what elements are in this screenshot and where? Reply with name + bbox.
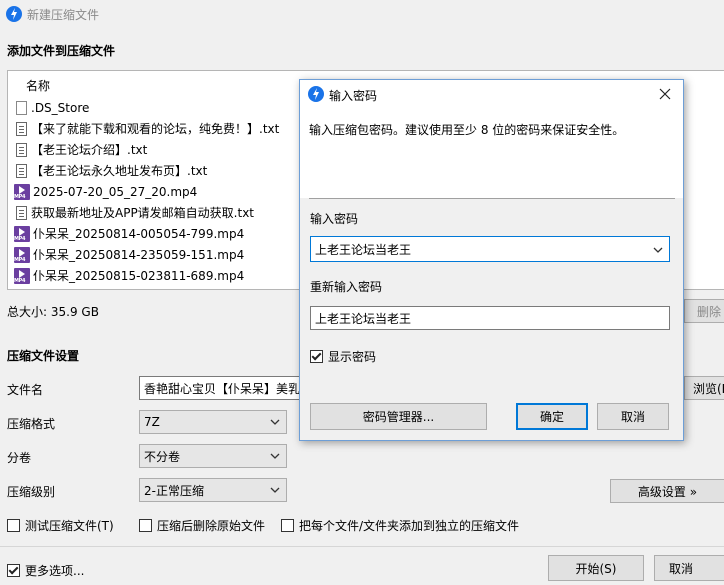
level-label: 压缩级别: [7, 485, 56, 499]
advanced-settings-label: 高级设置 »: [637, 484, 698, 499]
dialog-close-button[interactable]: [654, 84, 676, 104]
reenter-password-input[interactable]: 上老王论坛当老王: [310, 306, 670, 330]
dialog-cancel-label: 取消: [620, 410, 645, 424]
file-name: 仆呆呆_20250814-005054-799.mp4: [33, 227, 245, 241]
file-list-item[interactable]: 获取最新地址及APP请发邮箱自动获取.txt: [14, 202, 254, 223]
file-list-item[interactable]: 仆呆呆_20250814-235059-151.mp4: [14, 244, 244, 265]
app-logo-icon: [6, 6, 22, 22]
text-file-icon: [16, 121, 27, 136]
format-select[interactable]: 7Z: [139, 410, 287, 434]
file-list-item[interactable]: .DS_Store: [14, 97, 89, 118]
file-name: .DS_Store: [31, 100, 90, 115]
password-value: 上老王论坛当老王: [315, 242, 412, 257]
reenter-password-value: 上老王论坛当老王: [315, 311, 412, 326]
main-cancel-button[interactable]: 取消: [654, 555, 724, 581]
test-archive-label: 测试压缩文件(T): [25, 519, 114, 533]
delete-after-checkbox[interactable]: [139, 519, 152, 532]
delete-button[interactable]: 删除: [684, 299, 724, 323]
file-list-item[interactable]: 【来了就能下载和观看的论坛，纯免费！】.txt: [14, 118, 279, 139]
delete-after-label: 压缩后删除原始文件: [157, 519, 266, 533]
app-logo-icon: [308, 86, 324, 102]
text-file-icon: [16, 142, 27, 157]
file-name: 仆呆呆_20250814-235059-151.mp4: [33, 248, 245, 262]
browse-button[interactable]: 浏览(B): [684, 376, 724, 400]
chevron-down-icon[interactable]: [652, 244, 664, 256]
start-button-label: 开始(S): [575, 561, 617, 576]
password-manager-label: 密码管理器...: [362, 410, 435, 424]
files-section-heading: 添加文件到压缩文件: [7, 44, 116, 58]
file-name: 【老王论坛介绍】.txt: [31, 143, 148, 157]
filename-label: 文件名: [7, 383, 44, 397]
chevron-down-icon: [270, 453, 280, 459]
password-dialog: 输入密码 输入压缩包密码。建议使用至少 8 位的密码来保证安全性。 输入密码 上…: [299, 79, 684, 441]
level-select[interactable]: 2-正常压缩: [139, 478, 287, 502]
file-name: 2025-07-20_05_27_20.mp4: [33, 184, 198, 199]
filename-input[interactable]: 香艳甜心宝贝【仆呆呆】美乳: [139, 376, 309, 400]
split-select[interactable]: 不分卷: [139, 444, 287, 468]
total-size-text: 总大小: 35.9 GB: [7, 305, 99, 319]
format-label: 压缩格式: [7, 417, 56, 431]
text-file-icon: [16, 205, 27, 220]
mp4-file-icon: [14, 267, 30, 284]
main-cancel-label: 取消: [669, 561, 694, 576]
mp4-file-icon: [14, 183, 30, 200]
password-manager-button[interactable]: 密码管理器...: [310, 403, 487, 430]
dialog-hint-panel: 输入压缩包密码。建议使用至少 8 位的密码来保证安全性。: [300, 108, 683, 198]
password-input[interactable]: 上老王论坛当老王: [310, 236, 670, 262]
split-value: 不分卷: [144, 449, 181, 464]
reenter-password-label: 重新输入密码: [310, 280, 383, 294]
dialog-title: 输入密码: [329, 89, 378, 103]
separate-archives-checkbox[interactable]: [281, 519, 294, 532]
delete-after-option[interactable]: 压缩后删除原始文件: [139, 517, 265, 534]
filename-value: 香艳甜心宝贝【仆呆呆】美乳: [144, 381, 301, 396]
delete-button-label: 删除: [697, 304, 722, 319]
separate-archives-option[interactable]: 把每个文件/文件夹添加到独立的压缩文件: [281, 517, 519, 534]
dialog-ok-label: 确定: [539, 410, 564, 424]
separate-archives-label: 把每个文件/文件夹添加到独立的压缩文件: [299, 519, 520, 533]
footer-divider: [0, 546, 724, 547]
file-list-item[interactable]: 仆呆呆_20250814-005054-799.mp4: [14, 223, 244, 244]
file-list-item[interactable]: 【老王论坛介绍】.txt: [14, 139, 147, 160]
mp4-file-icon: [14, 246, 30, 263]
more-options-option[interactable]: 更多选项...: [7, 562, 84, 579]
test-archive-option[interactable]: 测试压缩文件(T): [7, 517, 114, 534]
dialog-divider: [309, 198, 675, 199]
advanced-settings-button[interactable]: 高级设置 »: [610, 479, 724, 503]
chevron-down-icon: [270, 419, 280, 425]
level-value: 2-正常压缩: [144, 483, 204, 498]
dialog-ok-button[interactable]: 确定: [516, 403, 588, 430]
window-title-bar: 新建压缩文件: [0, 0, 724, 28]
blank-file-icon: [16, 100, 27, 115]
window-title: 新建压缩文件: [27, 8, 100, 22]
file-name: 【来了就能下载和观看的论坛，纯免费！】.txt: [31, 122, 280, 136]
file-list-item[interactable]: 仆呆呆_20250815-023811-689.mp4: [14, 265, 244, 286]
show-password-checkbox[interactable]: [310, 350, 323, 363]
file-list-item[interactable]: 2025-07-20_05_27_20.mp4: [14, 181, 197, 202]
file-name: 仆呆呆_20250815-023811-689.mp4: [33, 269, 245, 283]
settings-heading: 压缩文件设置: [7, 349, 80, 363]
mp4-file-icon: [14, 225, 30, 242]
file-name: 获取最新地址及APP请发邮箱自动获取.txt: [31, 206, 255, 220]
file-name: 【老王论坛永久地址发布页】.txt: [31, 164, 208, 178]
split-label: 分卷: [7, 451, 32, 465]
dialog-cancel-button[interactable]: 取消: [597, 403, 669, 430]
password-label: 输入密码: [310, 212, 359, 226]
chevron-down-icon: [270, 487, 280, 493]
column-header-name[interactable]: 名称: [26, 77, 50, 94]
dialog-title-bar: 输入密码: [300, 80, 683, 108]
start-button[interactable]: 开始(S): [548, 555, 644, 581]
format-value: 7Z: [144, 415, 160, 429]
browse-button-label: 浏览(B): [693, 381, 724, 396]
test-archive-checkbox[interactable]: [7, 519, 20, 532]
file-list-item[interactable]: 【老王论坛永久地址发布页】.txt: [14, 160, 207, 181]
more-options-label: 更多选项...: [25, 564, 85, 578]
dialog-hint-text: 输入压缩包密码。建议使用至少 8 位的密码来保证安全性。: [309, 123, 625, 137]
show-password-label: 显示密码: [328, 350, 377, 364]
more-options-checkbox[interactable]: [7, 564, 20, 577]
close-icon: [659, 88, 671, 100]
text-file-icon: [16, 163, 27, 178]
show-password-option[interactable]: 显示密码: [310, 348, 376, 365]
